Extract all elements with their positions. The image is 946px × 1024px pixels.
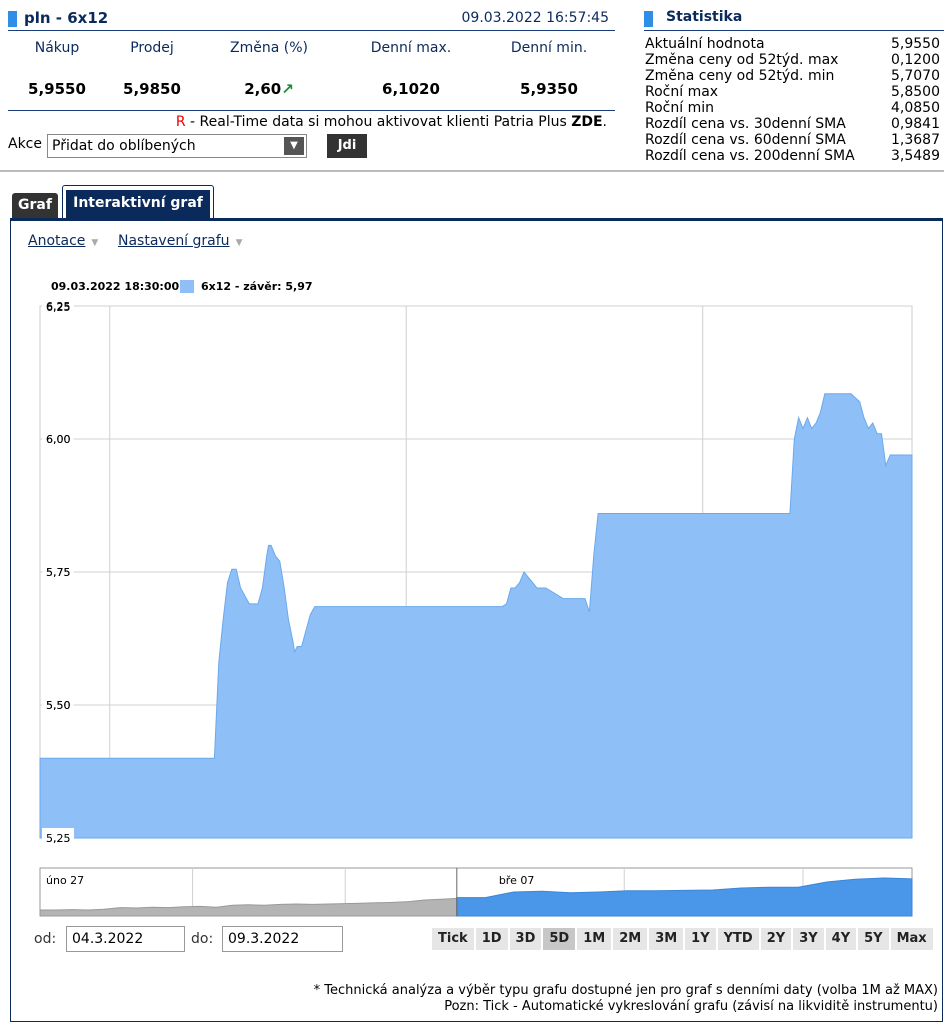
range-button-5d[interactable]: 5D: [542, 927, 577, 951]
range-button-1d[interactable]: 1D: [474, 927, 509, 951]
do-date-input[interactable]: 09.3.2022: [222, 926, 343, 952]
range-button-3d[interactable]: 3D: [508, 927, 543, 951]
range-button-ytd[interactable]: YTD: [716, 927, 760, 951]
value-denni-min: 5,9350: [520, 80, 578, 98]
stat-label: Roční min: [645, 100, 714, 116]
tab-interactive-label: Interaktivní graf: [66, 190, 210, 218]
stat-label: Rozdíl cena vs. 200denní SMA: [645, 148, 855, 164]
legend-date: 09.03.2022 18:30:00: [51, 280, 180, 293]
header-marker-icon: [644, 11, 653, 27]
tab-interactive-graf[interactable]: Interaktivní graf: [62, 185, 214, 218]
chart-navigator[interactable]: úno 27 bře 07: [0, 866, 946, 922]
stat-value: 5,7070: [891, 68, 940, 84]
legend-swatch: [180, 280, 194, 293]
range-button-5y[interactable]: 5Y: [857, 927, 890, 951]
menu-anotace[interactable]: Anotace ▼: [28, 233, 98, 249]
navigator-label-left: úno 27: [46, 874, 84, 887]
stat-row: Rozdíl cena vs. 60denní SMA 1,3687: [645, 132, 940, 148]
akce-select[interactable]: Přidat do oblíbených ▼: [47, 134, 307, 158]
col-header-denni-min: Denní min.: [510, 40, 588, 56]
footnote-tick: Pozn: Tick - Automatické vykreslování gr…: [444, 999, 938, 1014]
caret-down-icon: ▼: [235, 238, 243, 248]
y-tick-label-overlay: 5,75: [46, 566, 71, 579]
akce-selected-value: Přidat do oblíbených: [52, 138, 196, 154]
y-tick-label-overlay: 5,25: [46, 832, 71, 845]
value-denni-max: 6,1020: [382, 80, 440, 98]
stats-title: Statistika: [666, 9, 743, 25]
stat-value: 4,0850: [891, 100, 940, 116]
stat-value: 3,5489: [891, 148, 940, 164]
realtime-text: - Real-Time data si mohou aktivovat klie…: [185, 114, 572, 130]
range-button-1m[interactable]: 1M: [576, 927, 613, 951]
header-marker-icon: [8, 11, 17, 27]
stat-label: Změna ceny od 52týd. min: [645, 68, 835, 84]
realtime-link[interactable]: ZDE: [571, 114, 602, 130]
stat-label: Rozdíl cena vs. 60denní SMA: [645, 132, 846, 148]
footnote-technical: * Technická analýza a výběr typu grafu d…: [313, 983, 938, 998]
realtime-note: R - Real-Time data si mohou aktivovat kl…: [176, 114, 607, 130]
tab-graf[interactable]: Graf: [12, 193, 58, 218]
do-label: do:: [191, 931, 214, 947]
value-zmena: 2,60↗: [212, 80, 326, 98]
stat-row: Roční max 5,8500: [645, 84, 940, 100]
stat-value: 1,3687: [891, 132, 940, 148]
stat-value: 5,9550: [891, 36, 940, 52]
stat-value: 5,8500: [891, 84, 940, 100]
stats-header: Statistika: [644, 8, 944, 31]
go-button[interactable]: Jdi: [327, 134, 367, 158]
akce-label: Akce: [8, 136, 42, 152]
stat-label: Rozdíl cena vs. 30denní SMA: [645, 116, 846, 132]
menu-nastaveni-label: Nastavení grafu: [118, 233, 230, 249]
caret-down-icon: ▼: [91, 238, 99, 248]
quote-title: pln - 6x12: [24, 9, 109, 27]
arrow-up-icon: ↗: [281, 80, 294, 98]
range-button-max[interactable]: Max: [889, 927, 934, 951]
range-button-4y[interactable]: 4Y: [824, 927, 858, 951]
col-header-nakup: Nákup: [34, 40, 80, 56]
stat-row: Změna ceny od 52týd. min 5,7070: [645, 68, 940, 84]
col-header-denni-max: Denní max.: [370, 40, 452, 56]
od-date-input[interactable]: 04.3.2022: [66, 926, 185, 952]
stat-label: Roční max: [645, 84, 719, 100]
realtime-marker: R: [175, 114, 186, 130]
stat-row: Roční min 4,0850: [645, 100, 940, 116]
stat-row: Aktuální hodnota 5,9550: [645, 36, 940, 52]
stat-row: Rozdíl cena vs. 30denní SMA 0,9841: [645, 116, 940, 132]
range-button-2m[interactable]: 2M: [612, 927, 649, 951]
divider: [8, 110, 615, 111]
col-header-prodej: Prodej: [130, 40, 174, 56]
range-button-3m[interactable]: 3M: [648, 927, 685, 951]
price-chart[interactable]: 6,256,005,755,505,256,256,005,755,505,25: [0, 296, 946, 846]
range-button-tick[interactable]: Tick: [431, 927, 475, 951]
realtime-end: .: [602, 114, 607, 130]
stat-label: Aktuální hodnota: [645, 36, 765, 52]
stat-value: 0,1200: [891, 52, 940, 68]
navigator-label-right: bře 07: [499, 874, 535, 887]
value-prodej: 5,9850: [123, 80, 181, 98]
y-tick-label-overlay: 6,00: [46, 433, 71, 446]
stat-row: Rozdíl cena vs. 200denní SMA 3,5489: [645, 148, 940, 164]
y-tick-label-overlay: 6,25: [46, 300, 71, 313]
y-tick-label-overlay: 5,50: [46, 699, 71, 712]
legend-series-label[interactable]: 6x12 - závěr: 5,97: [201, 280, 313, 293]
range-buttons: Tick 1D 3D 5D 1M 2M 3M 1Y YTD 2Y 3Y 4Y 5Y Max: [431, 927, 934, 951]
header-divider: [0, 170, 944, 172]
value-nakup: 5,9550: [28, 80, 86, 98]
col-header-zmena: Změna (%): [230, 40, 308, 56]
menu-nastaveni-grafu[interactable]: Nastavení grafu ▼: [118, 233, 242, 249]
range-button-3y[interactable]: 3Y: [792, 927, 825, 951]
chevron-down-icon[interactable]: ▼: [284, 137, 304, 155]
stat-row: Změna ceny od 52týd. max 0,1200: [645, 52, 940, 68]
stat-value: 0,9841: [891, 116, 940, 132]
stat-label: Změna ceny od 52týd. max: [645, 52, 839, 68]
quote-header: pln - 6x12 09.03.2022 16:57:45: [8, 8, 615, 31]
range-button-1y[interactable]: 1Y: [684, 927, 717, 951]
menu-anotace-label: Anotace: [28, 233, 86, 249]
quote-datetime: 09.03.2022 16:57:45: [461, 10, 610, 26]
value-zmena-number: 2,60: [244, 80, 282, 98]
od-label: od:: [34, 931, 57, 947]
range-button-2y[interactable]: 2Y: [759, 927, 793, 951]
